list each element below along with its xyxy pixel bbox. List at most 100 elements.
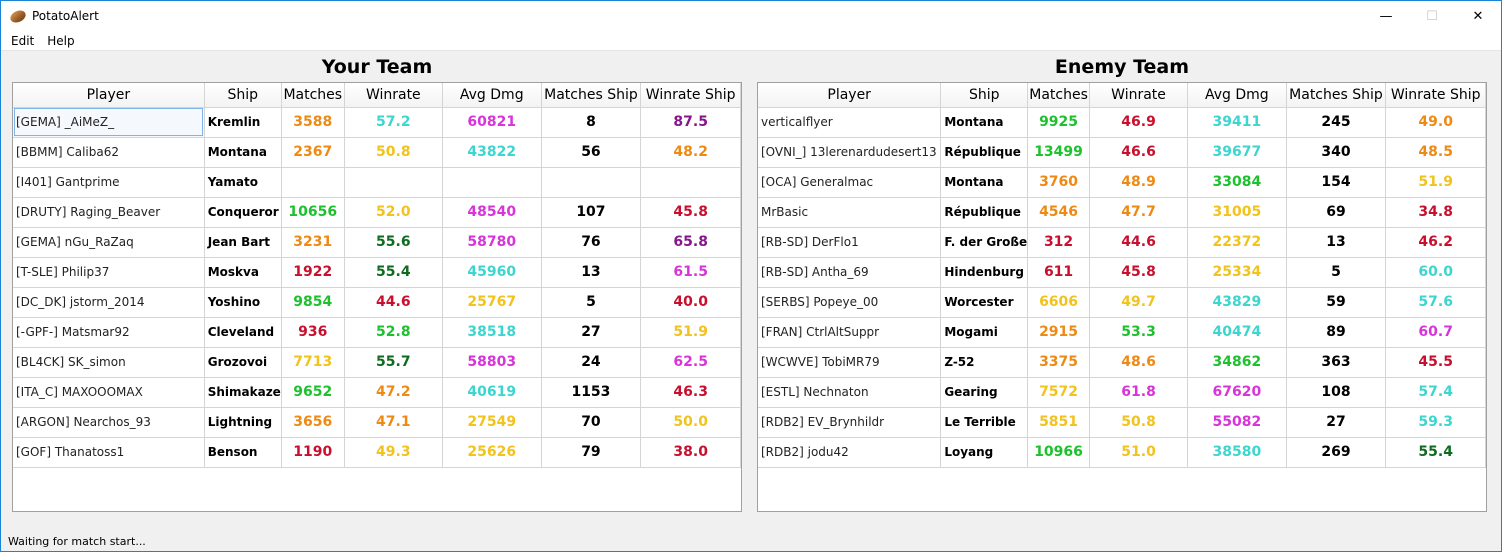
- ship-cell[interactable]: Hindenburg: [940, 257, 1029, 288]
- player-cell[interactable]: [OVNI_] 13lerenardudesert13: [758, 137, 942, 168]
- table-row[interactable]: [DRUTY] Raging_Beaver Conqueror 10656 52.0 4…: [13, 197, 741, 228]
- matches-ship-cell[interactable]: 154: [1286, 167, 1387, 198]
- matches-cell[interactable]: 3656: [281, 407, 345, 438]
- ship-cell[interactable]: Cleveland: [204, 317, 282, 348]
- matches-cell[interactable]: 6606: [1027, 287, 1090, 318]
- winrate-cell[interactable]: 55.4: [344, 257, 443, 288]
- matches-cell[interactable]: 1190: [281, 437, 345, 468]
- avg-dmg-cell[interactable]: [442, 167, 542, 198]
- matches-cell[interactable]: 936: [281, 317, 345, 348]
- winrate-ship-cell[interactable]: 59.3: [1385, 407, 1486, 438]
- avg-dmg-cell[interactable]: 40619: [442, 377, 542, 408]
- winrate-ship-cell[interactable]: [640, 167, 741, 198]
- table-row[interactable]: [RDB2] EV_Brynhildr Le Terrible 5851 50.8 55…: [758, 407, 1486, 438]
- avg-dmg-cell[interactable]: 58780: [442, 227, 542, 258]
- matches-ship-cell[interactable]: [541, 167, 642, 198]
- column-header-avg-dmg[interactable]: Avg Dmg: [442, 83, 542, 108]
- winrate-ship-cell[interactable]: 48.2: [640, 137, 741, 168]
- ship-cell[interactable]: Kremlin: [204, 107, 282, 138]
- winrate-cell[interactable]: 57.2: [344, 107, 443, 138]
- player-cell[interactable]: [DC_DK] jstorm_2014: [13, 287, 205, 318]
- table-row[interactable]: [RDB2] jodu42 Loyang 10966 51.0 38580 269 55.4: [758, 437, 1486, 468]
- ship-cell[interactable]: Jean Bart: [204, 227, 282, 258]
- maximize-button[interactable]: ☐: [1409, 1, 1455, 31]
- winrate-ship-cell[interactable]: 46.3: [640, 377, 741, 408]
- table-row[interactable]: [ARGON] Nearchos_93 Lightning 3656 47.1 2754…: [13, 407, 741, 438]
- winrate-ship-cell[interactable]: 48.5: [1385, 137, 1486, 168]
- column-header-matches-ship[interactable]: Matches Ship: [541, 83, 642, 108]
- avg-dmg-cell[interactable]: 39677: [1187, 137, 1287, 168]
- winrate-ship-cell[interactable]: 60.7: [1385, 317, 1486, 348]
- player-cell[interactable]: [BL4CK] SK_simon: [13, 347, 205, 378]
- matches-ship-cell[interactable]: 245: [1286, 107, 1387, 138]
- matches-cell[interactable]: [281, 167, 345, 198]
- avg-dmg-cell[interactable]: 58803: [442, 347, 542, 378]
- column-header-avg-dmg[interactable]: Avg Dmg: [1187, 83, 1287, 108]
- ship-cell[interactable]: Lightning: [204, 407, 282, 438]
- avg-dmg-cell[interactable]: 25767: [442, 287, 542, 318]
- winrate-cell[interactable]: 46.9: [1089, 107, 1189, 138]
- avg-dmg-cell[interactable]: 25626: [442, 437, 542, 468]
- matches-ship-cell[interactable]: 27: [541, 317, 642, 348]
- winrate-ship-cell[interactable]: 62.5: [640, 347, 741, 378]
- matches-ship-cell[interactable]: 5: [541, 287, 642, 318]
- winrate-ship-cell[interactable]: 51.9: [640, 317, 741, 348]
- winrate-ship-cell[interactable]: 55.4: [1385, 437, 1486, 468]
- ship-cell[interactable]: Montana: [204, 137, 282, 168]
- winrate-cell[interactable]: 47.2: [344, 377, 443, 408]
- ship-cell[interactable]: Montana: [940, 167, 1029, 198]
- winrate-ship-cell[interactable]: 65.8: [640, 227, 741, 258]
- matches-ship-cell[interactable]: 79: [541, 437, 642, 468]
- winrate-cell[interactable]: [344, 167, 443, 198]
- avg-dmg-cell[interactable]: 39411: [1187, 107, 1287, 138]
- table-row[interactable]: [DC_DK] jstorm_2014 Yoshino 9854 44.6 25767 5…: [13, 287, 741, 318]
- matches-cell[interactable]: 9854: [281, 287, 345, 318]
- avg-dmg-cell[interactable]: 38518: [442, 317, 542, 348]
- matches-ship-cell[interactable]: 13: [541, 257, 642, 288]
- table-row[interactable]: MrBasic République 4546 47.7 31005 69 34.8: [758, 197, 1486, 228]
- winrate-ship-cell[interactable]: 49.0: [1385, 107, 1486, 138]
- matches-ship-cell[interactable]: 13: [1286, 227, 1387, 258]
- matches-cell[interactable]: 4546: [1027, 197, 1090, 228]
- table-row[interactable]: [T-SLE] Philip37 Moskva 1922 55.4 45960 13 61.…: [13, 257, 741, 288]
- player-cell[interactable]: [OCA] Generalmac: [758, 167, 942, 198]
- ship-cell[interactable]: République: [940, 197, 1029, 228]
- winrate-cell[interactable]: 49.3: [344, 437, 443, 468]
- winrate-cell[interactable]: 52.0: [344, 197, 443, 228]
- winrate-cell[interactable]: 44.6: [1089, 227, 1189, 258]
- avg-dmg-cell[interactable]: 48540: [442, 197, 542, 228]
- ship-cell[interactable]: Shimakaze: [204, 377, 282, 408]
- table-row[interactable]: [I401] Gantprime Yamato: [13, 167, 741, 198]
- matches-cell[interactable]: 7572: [1027, 377, 1090, 408]
- winrate-cell[interactable]: 53.3: [1089, 317, 1189, 348]
- winrate-cell[interactable]: 50.8: [1089, 407, 1189, 438]
- matches-cell[interactable]: 10966: [1027, 437, 1090, 468]
- table-row[interactable]: [FRAN] CtrlAltSuppr Mogami 2915 53.3 40474 89…: [758, 317, 1486, 348]
- winrate-cell[interactable]: 45.8: [1089, 257, 1189, 288]
- menu-help[interactable]: Help: [41, 34, 81, 48]
- matches-cell[interactable]: 611: [1027, 257, 1090, 288]
- player-cell[interactable]: verticalflyer: [758, 107, 942, 138]
- avg-dmg-cell[interactable]: 27549: [442, 407, 542, 438]
- winrate-cell[interactable]: 47.1: [344, 407, 443, 438]
- winrate-cell[interactable]: 61.8: [1089, 377, 1189, 408]
- player-cell[interactable]: [RDB2] jodu42: [758, 437, 942, 468]
- matches-ship-cell[interactable]: 56: [541, 137, 642, 168]
- winrate-ship-cell[interactable]: 38.0: [640, 437, 741, 468]
- minimize-button[interactable]: —: [1363, 1, 1409, 31]
- avg-dmg-cell[interactable]: 55082: [1187, 407, 1287, 438]
- winrate-cell[interactable]: 48.6: [1089, 347, 1189, 378]
- table-row[interactable]: [ESTL] Nechnaton Gearing 7572 61.8 67620 108 5…: [758, 377, 1486, 408]
- matches-cell[interactable]: 3588: [281, 107, 345, 138]
- table-row[interactable]: [RB-SD] DerFlo1 F. der Große 312 44.6 22372 1…: [758, 227, 1486, 258]
- avg-dmg-cell[interactable]: 34862: [1187, 347, 1287, 378]
- winrate-cell[interactable]: 50.8: [344, 137, 443, 168]
- matches-ship-cell[interactable]: 69: [1286, 197, 1387, 228]
- matches-ship-cell[interactable]: 70: [541, 407, 642, 438]
- table-row[interactable]: [GOF] Thanatoss1 Benson 1190 49.3 25626 79 38.…: [13, 437, 741, 468]
- ship-cell[interactable]: Montana: [940, 107, 1029, 138]
- table-row[interactable]: [RB-SD] Antha_69 Hindenburg 611 45.8 25334 5 6…: [758, 257, 1486, 288]
- avg-dmg-cell[interactable]: 43829: [1187, 287, 1287, 318]
- matches-cell[interactable]: 2367: [281, 137, 345, 168]
- matches-cell[interactable]: 9925: [1027, 107, 1090, 138]
